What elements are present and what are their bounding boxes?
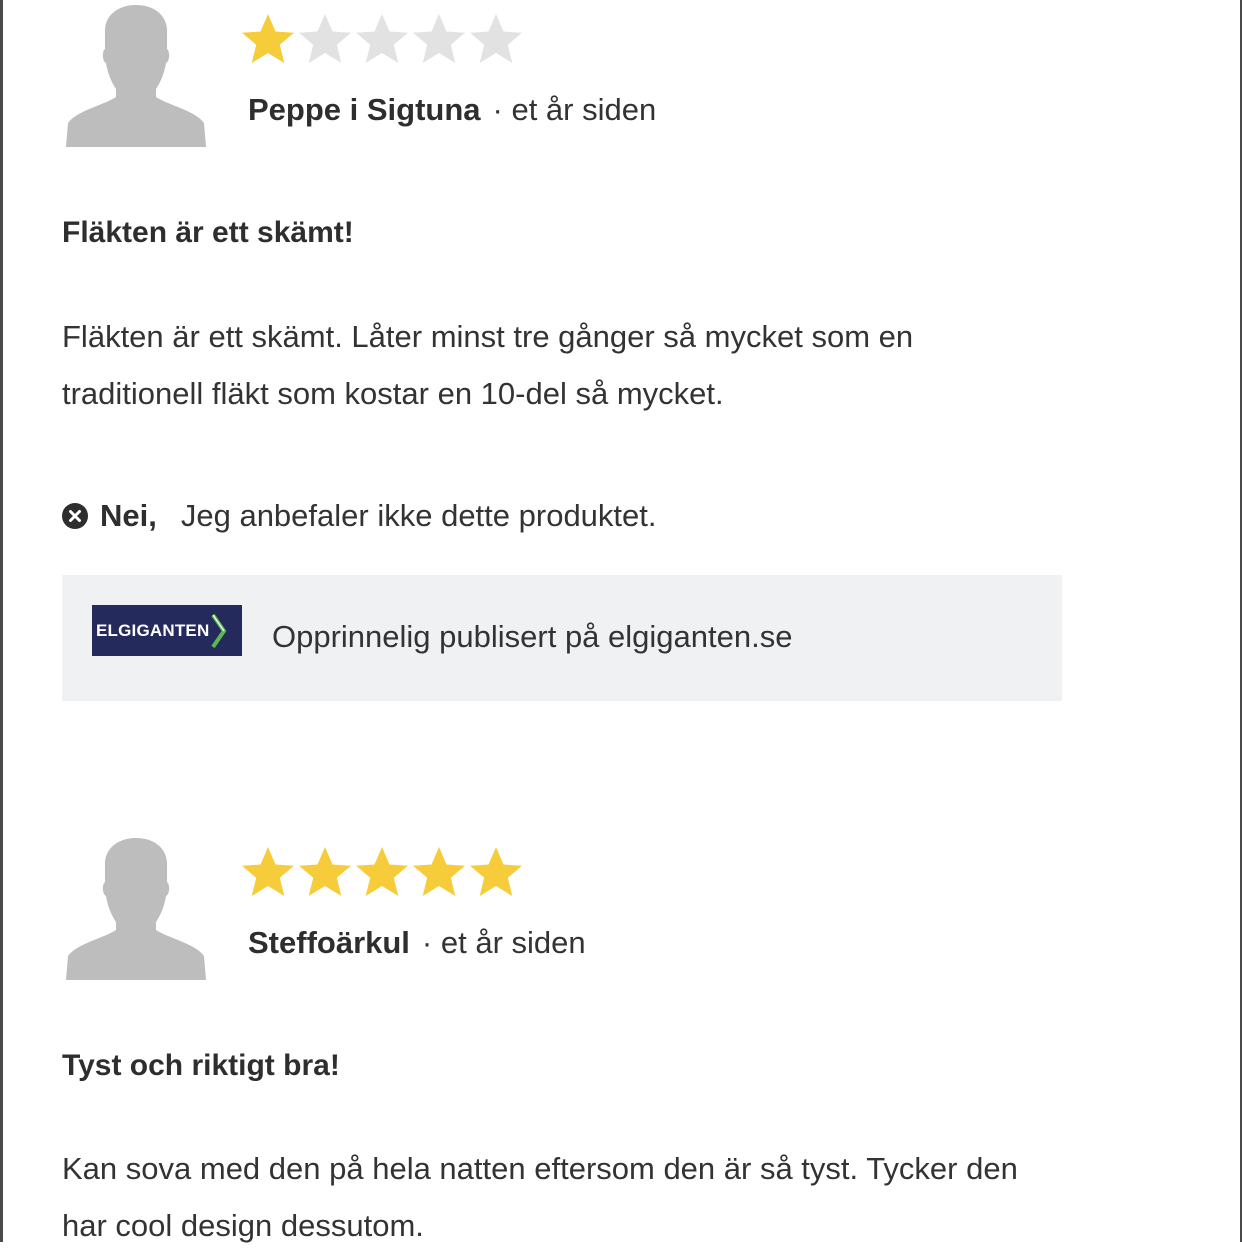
store-logo-text: ELGIGANTEN [96,620,210,640]
star-filled-icon [411,845,467,901]
star-empty-icon [468,12,524,68]
star-filled-icon [240,845,296,901]
author-name[interactable]: Steffoärkul [248,925,410,960]
syndication-box: ELGIGANTEN Opprinnelig publisert på elgi… [62,575,1062,701]
review-body: Fläkten är ett skämt. Låter minst tre gå… [62,319,914,411]
star-filled-icon [354,845,410,901]
star-empty-icon [354,12,410,68]
rating-stars [240,12,524,68]
review-byline: Peppe i Sigtuna · et år siden [248,92,656,128]
review-time: · et år siden [421,925,586,960]
review-time: · et år siden [492,92,657,127]
recommend-text: Jeg anbefaler ikke dette produktet. [180,498,657,533]
recommendation: Nei, Jeg anbefaler ikke dette produktet. [62,498,657,534]
review-byline: Steffoärkul · et år siden [248,925,586,961]
avatar [64,838,208,980]
rating-stars [240,845,524,901]
star-filled-icon [468,845,524,901]
chevron-right-icon [211,613,227,648]
frame-border-left [0,0,3,1242]
review-title: Fläkten är ett skämt! [62,216,354,249]
store-logo[interactable]: ELGIGANTEN [92,605,242,656]
syndication-text: Opprinnelig publisert på elgiganten.se [272,619,793,654]
star-empty-icon [411,12,467,68]
review-title: Tyst och riktigt bra! [62,1049,340,1082]
review-body: Kan sova med den på hela natten eftersom… [62,1151,1018,1243]
recommend-label: Nei, [100,498,157,533]
author-name[interactable]: Peppe i Sigtuna [248,92,481,127]
star-empty-icon [297,12,353,68]
x-circle-icon [62,503,88,529]
avatar [64,5,208,147]
star-filled-icon [297,845,353,901]
star-filled-icon [240,12,296,68]
